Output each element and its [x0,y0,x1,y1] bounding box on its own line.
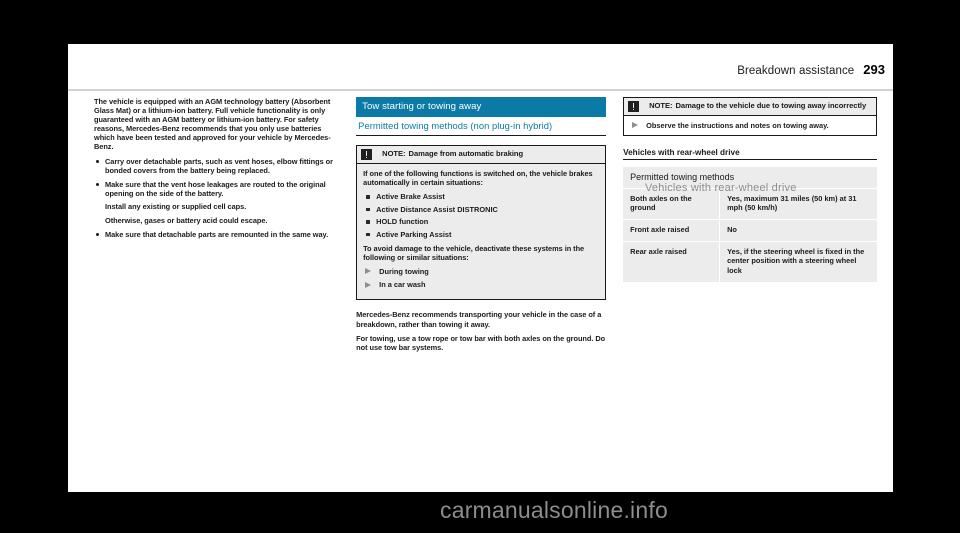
table-cell-method: Rear axle raised [623,241,721,282]
note-outro-text: To avoid damage to the vehicle, deactiva… [363,244,585,263]
list-item: Active Brake Assist [363,192,599,201]
bullet-square-icon [366,232,370,237]
list-item-subtext: Otherwise, gases or battery acid could e… [105,216,268,226]
column-right: NOTE: Damage to the vehicle due to towing… [623,97,877,486]
table-cell-permitted: No [719,219,877,242]
subsection-heading: Permitted towing methods (non plug-in hy… [356,117,607,136]
list-item: Make sure that detachable parts are remo… [94,230,339,239]
battery-intro-paragraph: The vehicle is equipped with an AGM tech… [94,97,331,152]
table-cell-method: Front axle raised [623,219,721,242]
column-grid: The vehicle is equipped with an AGM tech… [94,97,877,486]
list-item: Active Parking Assist [363,230,599,239]
list-item: Active Distance Assist DISTRONIC [363,205,599,214]
running-head: Breakdown assistance 293 [737,62,885,77]
list-item: HOLD function [363,217,599,226]
table-row: Rear axle raised Yes, if the steering wh… [623,241,877,282]
list-item-text: Observe the instructions and notes on to… [646,121,829,130]
bullet-dot-icon [96,159,99,163]
note-intro-text: If one of the following functions is swi… [363,169,593,188]
bullet-square-icon [366,220,370,224]
list-item-text: In a car wash [379,280,426,290]
drive-type-heading: Vehicles with rear-wheel drive [623,148,877,161]
note-heading: Damage from automatic braking [408,149,524,158]
section-heading: Tow starting or towing away [356,97,607,117]
note-header: NOTE: Damage from automatic braking [357,146,606,164]
list-item-text: Carry over detachable parts, such as ven… [105,156,333,175]
note-warning-icon [361,149,373,160]
bullet-dot-icon [96,233,99,237]
list-item: During towing [363,267,599,276]
watermark: carmanualsonline.info [440,497,668,523]
note-label: NOTE: [649,101,673,110]
watermark-overlay-heading: Vehicles with rear-wheel drive [645,182,797,194]
towing-method-paragraph: For towing, use a tow rope or tow bar wi… [356,333,606,352]
list-item: Make sure that the vent hose leakages ar… [94,180,339,225]
column-left: The vehicle is equipped with an AGM tech… [94,97,339,486]
document-viewer: Breakdown assistance 293 The vehicle is … [0,0,960,533]
deactivate-situation-list: During towing In a car wash [363,267,599,289]
list-item-text: Active Brake Assist [376,192,445,202]
page-number: 293 [863,62,885,77]
towing-step-list: Observe the instructions and notes on to… [630,121,870,130]
note-header: NOTE: Damage to the vehicle due to towing… [624,98,876,116]
column-middle: Tow starting or towing away Permitted to… [356,97,607,486]
arrow-step-icon [632,122,639,129]
list-item-text: Active Parking Assist [376,229,452,239]
note-box-towing-damage: NOTE: Damage to the vehicle due to towing… [623,97,877,137]
note-body: If one of the following functions is swi… [357,164,605,299]
note-step-area: Observe the instructions and notes on to… [624,116,876,136]
chapter-title: Breakdown assistance [737,65,855,77]
note-heading: Damage to the vehicle due to towing away… [675,101,867,110]
list-item-text: During towing [379,267,429,277]
arrow-step-icon [365,268,372,275]
list-item-text: Make sure that the vent hose leakages ar… [105,179,326,198]
list-item: In a car wash [363,280,599,289]
note-warning-icon [628,101,640,112]
manual-page: Breakdown assistance 293 The vehicle is … [68,44,893,492]
list-item-text: Make sure that detachable parts are remo… [105,230,329,240]
table-cell-permitted: Yes, if the steering wheel is fixed in t… [719,241,877,282]
list-item-text: HOLD function [376,217,429,227]
table-row: Front axle raised No [623,219,877,242]
assist-function-list: Active Brake Assist Active Distance Assi… [363,192,599,239]
bullet-dot-icon [96,182,99,186]
note-title-text: NOTE: Damage to the vehicle due to towing… [649,101,866,110]
list-item: Observe the instructions and notes on to… [630,121,870,130]
bullet-square-icon [366,207,370,212]
header-divider [68,89,893,91]
note-box-automatic-braking: NOTE: Damage from automatic braking If on… [356,145,607,301]
list-item-text: Active Distance Assist DISTRONIC [376,204,498,214]
list-item-subtext: Install any existing or supplied cell ca… [105,202,247,212]
bullet-square-icon [366,195,370,199]
note-label: NOTE: [382,149,406,158]
arrow-step-icon [365,281,372,288]
towing-recommendation-paragraph: Mercedes-Benz recommends transporting yo… [356,310,602,329]
battery-instruction-list: Carry over detachable parts, such as ven… [94,157,339,240]
list-item: Carry over detachable parts, such as ven… [94,157,339,175]
note-title-text: NOTE: Damage from automatic braking [382,149,523,158]
